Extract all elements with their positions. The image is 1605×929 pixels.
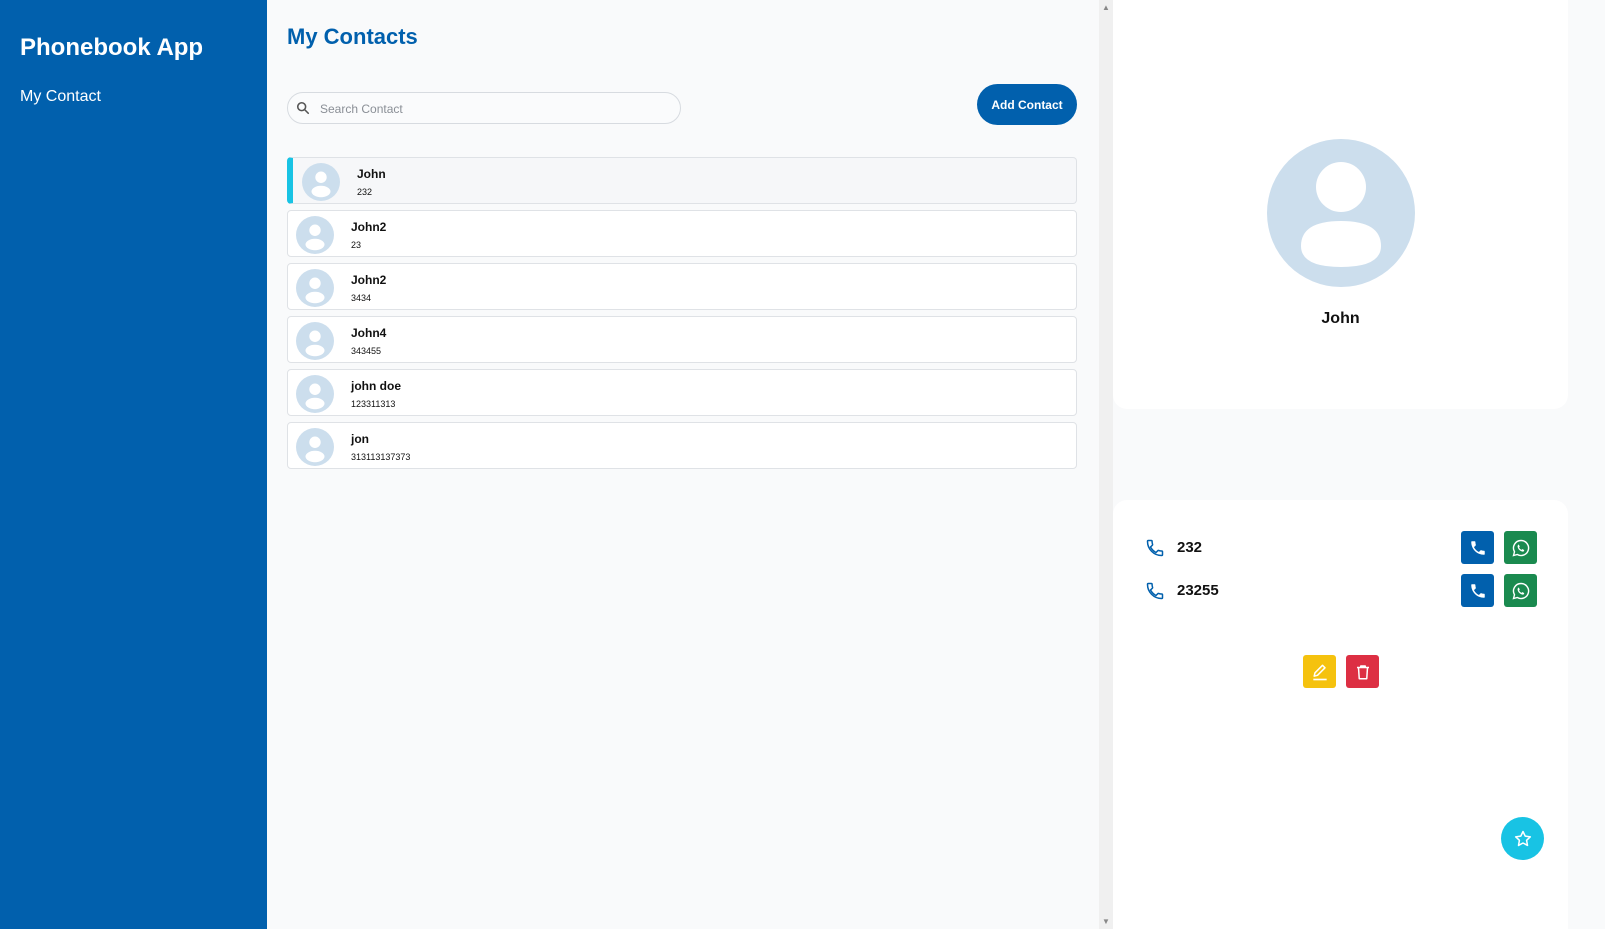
whatsapp-button[interactable] [1504,574,1537,607]
avatar-icon [296,322,334,360]
detail-panel: John 232 23255 [1113,0,1605,929]
trash-icon [1356,664,1369,679]
scroll-up-icon[interactable]: ▲ [1102,3,1110,12]
sidebar-item-my-contact[interactable]: My Contact [20,88,101,106]
contact-name: jon [351,432,369,446]
list-item[interactable]: John 232 [287,157,1077,204]
search-input[interactable] [318,93,672,125]
list-item[interactable]: John2 3434 [287,263,1077,310]
page-title: My Contacts [287,24,418,49]
contact-list: John 232 John2 23 John2 3434 John4 34345… [287,157,1077,475]
phone-number: 23255 [1177,582,1219,599]
contact-number: 3434 [351,293,372,303]
avatar-icon [296,216,334,254]
contact-name: John2 [351,220,387,234]
edit-button[interactable] [1303,655,1336,688]
avatar-icon [296,428,334,466]
add-contact-button[interactable]: Add Contact [977,84,1077,125]
delete-button[interactable] [1346,655,1379,688]
avatar-icon [302,163,340,201]
list-item[interactable]: jon 313113137373 [287,422,1077,469]
phone-number: 232 [1177,539,1203,556]
contact-number: 23 [351,240,362,250]
avatar-icon [296,375,334,413]
search-icon [296,101,310,115]
contact-number: 232 [357,187,373,197]
whatsapp-icon [1512,539,1529,556]
list-item[interactable]: John2 23 [287,210,1077,257]
scroll-down-icon[interactable]: ▼ [1102,917,1110,926]
phone-icon [1146,539,1164,557]
list-item[interactable]: John4 343455 [287,316,1077,363]
scrollbar[interactable]: ▲ ▼ [1099,0,1113,929]
phone-icon [1470,540,1485,555]
profile-name: John [1321,310,1360,327]
main-panel: My Contacts Add Contact John 232 John2 [267,0,1099,929]
phone-row: 23255 [1113,574,1568,608]
contact-name: John2 [351,273,387,287]
app-title: Phonebook App [20,34,204,61]
contact-number: 313113137373 [351,452,411,462]
phone-icon [1470,583,1485,598]
whatsapp-icon [1512,582,1529,599]
star-icon [1514,830,1531,846]
list-item[interactable]: john doe 123311313 [287,369,1077,416]
whatsapp-button[interactable] [1504,531,1537,564]
search-box [287,92,681,125]
sidebar: Phonebook App My Contact [0,0,267,929]
info-card: 232 23255 [1113,500,1568,929]
call-button[interactable] [1461,574,1494,607]
pencil-icon [1312,664,1327,680]
phone-icon [1146,582,1164,600]
phone-row: 232 [1113,531,1568,565]
call-button[interactable] [1461,531,1494,564]
contact-name: John [357,167,386,181]
contact-number: 343455 [351,346,382,356]
avatar-icon [1267,139,1415,287]
favorite-button[interactable] [1501,817,1544,860]
avatar-icon [296,269,334,307]
contact-name: John4 [351,326,387,340]
contact-number: 123311313 [351,399,396,409]
profile-card: John [1113,0,1568,409]
contact-name: john doe [351,379,401,393]
